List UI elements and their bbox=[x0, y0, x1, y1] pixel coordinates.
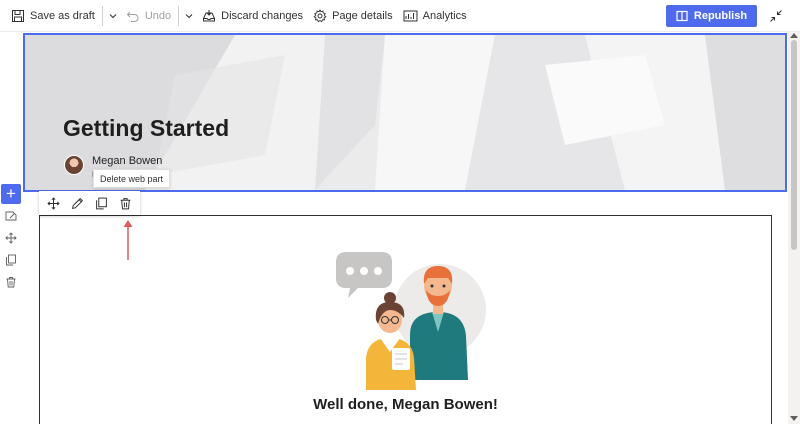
add-section-button[interactable]: + bbox=[1, 184, 21, 204]
page-details-label: Page details bbox=[332, 9, 393, 22]
gear-icon bbox=[313, 8, 327, 22]
delete-web-part-button[interactable] bbox=[115, 192, 137, 214]
separator bbox=[101, 5, 103, 26]
chevron-down-icon bbox=[109, 13, 117, 18]
scroll-up-arrow[interactable] bbox=[790, 33, 798, 38]
save-as-draft-label: Save as draft bbox=[30, 9, 95, 22]
discard-icon bbox=[203, 9, 216, 21]
republish-label: Republish bbox=[693, 10, 748, 22]
delete-web-part-tooltip: Delete web part bbox=[93, 169, 171, 188]
duplicate-icon bbox=[96, 197, 107, 209]
edit-web-part-button[interactable] bbox=[66, 192, 88, 214]
move-section-button[interactable] bbox=[1, 228, 21, 248]
scroll-down-arrow[interactable] bbox=[790, 416, 798, 421]
page-title[interactable]: Getting Started bbox=[63, 115, 229, 142]
delete-section-button[interactable] bbox=[1, 272, 21, 292]
discard-changes-button[interactable]: Discard changes bbox=[197, 0, 308, 32]
vertical-scrollbar[interactable] bbox=[788, 32, 800, 424]
page-details-button[interactable]: Page details bbox=[308, 0, 398, 32]
republish-icon bbox=[676, 10, 688, 22]
chevron-down-icon bbox=[185, 13, 193, 18]
republish-button[interactable]: Republish bbox=[666, 5, 757, 27]
avatar bbox=[64, 155, 84, 175]
undo-options-dropdown[interactable] bbox=[181, 0, 197, 32]
web-part-toolbar bbox=[39, 191, 140, 215]
edit-section-button[interactable] bbox=[1, 206, 21, 226]
undo-icon bbox=[126, 11, 139, 22]
collapse-button[interactable] bbox=[764, 5, 788, 27]
move-web-part-button[interactable] bbox=[42, 192, 64, 214]
duplicate-web-part-button[interactable] bbox=[91, 192, 113, 214]
undo-button[interactable]: Undo bbox=[121, 0, 176, 32]
duplicate-icon bbox=[6, 254, 16, 266]
save-as-draft-button[interactable]: Save as draft bbox=[6, 0, 100, 32]
move-icon bbox=[5, 232, 17, 244]
discard-changes-label: Discard changes bbox=[221, 9, 304, 22]
annotation-arrow bbox=[123, 220, 133, 260]
congratulations-message: Well done, Megan Bowen! bbox=[313, 396, 498, 413]
undo-label: Undo bbox=[144, 9, 172, 22]
edit-section-icon bbox=[5, 211, 17, 221]
web-part[interactable]: Well done, Megan Bowen! bbox=[39, 215, 772, 424]
analytics-icon bbox=[403, 10, 418, 21]
separator bbox=[178, 5, 180, 26]
collapse-icon bbox=[770, 10, 782, 22]
duplicate-section-button[interactable] bbox=[1, 250, 21, 270]
trash-icon bbox=[6, 277, 16, 288]
analytics-button[interactable]: Analytics bbox=[398, 0, 472, 32]
scroll-thumb[interactable] bbox=[791, 40, 797, 250]
author-name: Megan Bowen bbox=[92, 155, 163, 167]
save-options-dropdown[interactable] bbox=[105, 0, 121, 32]
save-icon bbox=[12, 9, 24, 22]
celebration-illustration bbox=[336, 252, 486, 390]
move-icon bbox=[47, 196, 60, 210]
trash-icon bbox=[121, 197, 131, 209]
plus-icon: + bbox=[6, 184, 16, 203]
edit-icon bbox=[71, 197, 83, 209]
analytics-label: Analytics bbox=[422, 9, 467, 22]
